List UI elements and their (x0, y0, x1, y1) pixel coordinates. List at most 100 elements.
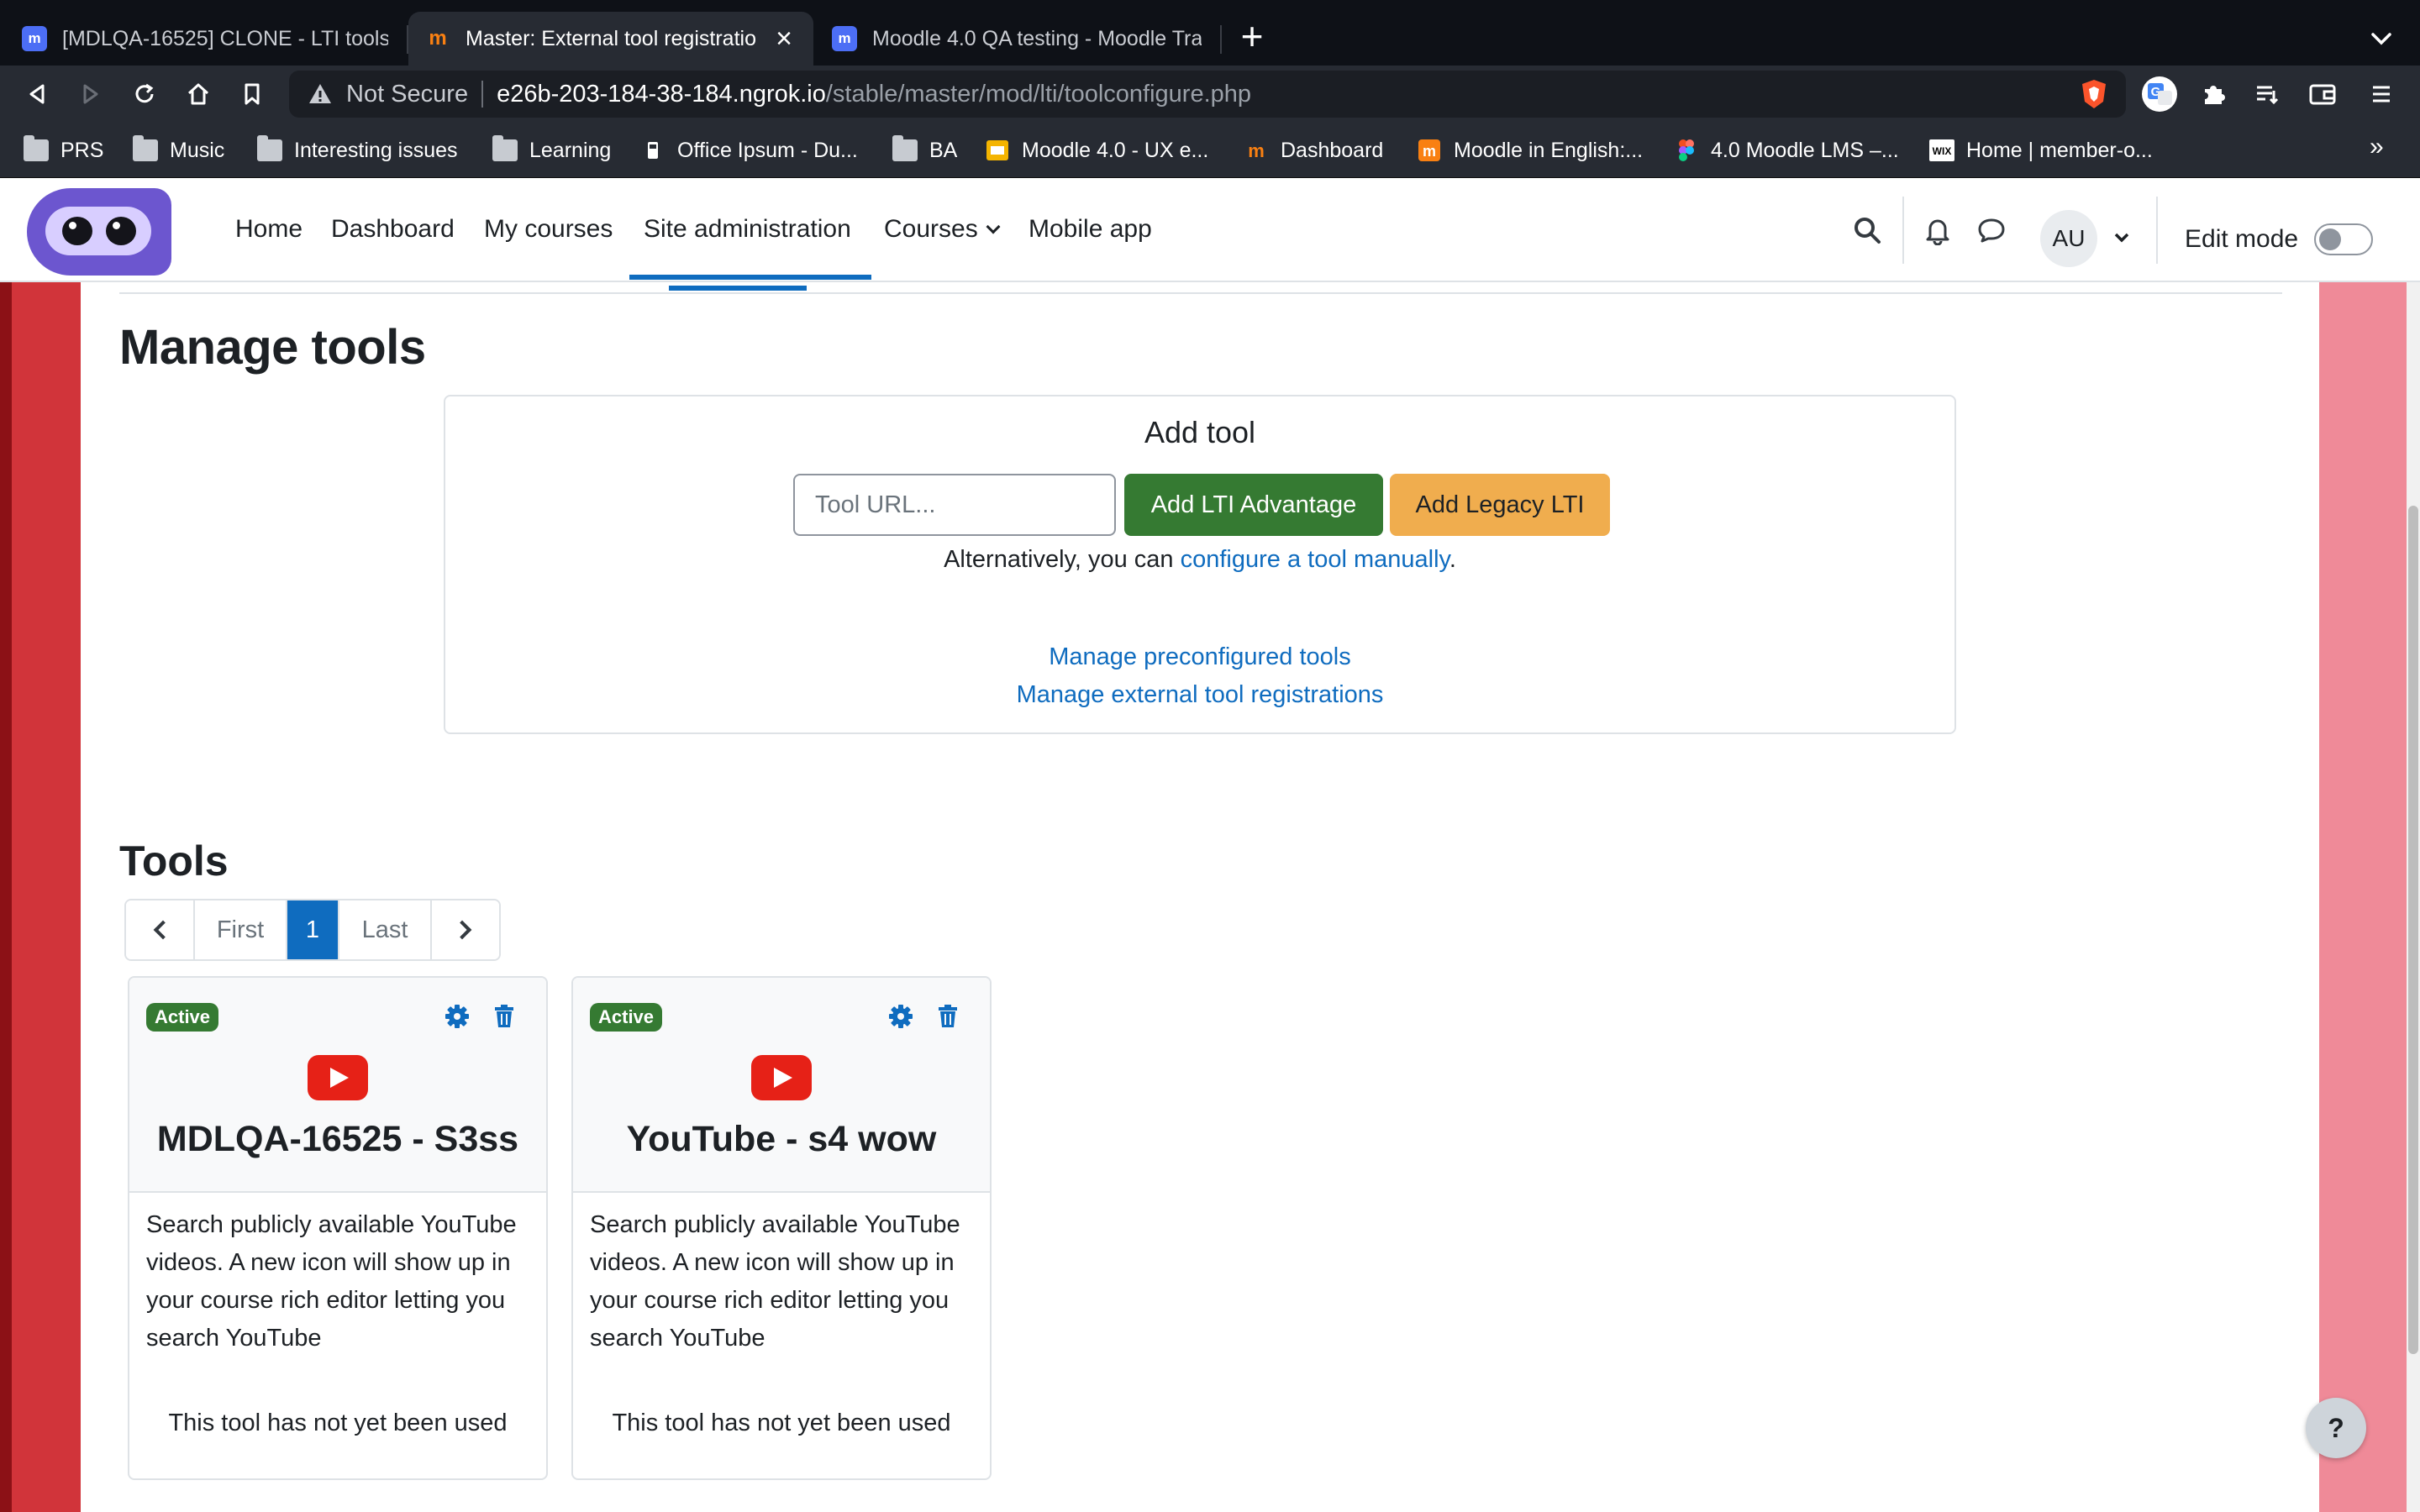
trash-icon[interactable] (933, 1001, 963, 1032)
bookmark-prs[interactable]: PRS (24, 134, 103, 166)
tool-name: MDLQA-16525 - S3ss (156, 1119, 519, 1159)
user-avatar[interactable]: AU (2040, 210, 2097, 267)
gear-icon[interactable] (442, 1001, 472, 1032)
search-icon[interactable] (1849, 212, 1886, 249)
notifications-bell-icon[interactable] (1919, 212, 1956, 249)
add-tool-title: Add tool (1144, 415, 1256, 449)
bookmark-learning[interactable]: Learning (492, 134, 611, 166)
browser-tab-bar: m [MDLQA-16525] CLONE - LTI tools c m Ma… (0, 0, 2420, 66)
bookmark-label: PRS (60, 138, 104, 162)
new-tab-button[interactable]: + (1234, 17, 1270, 55)
trash-icon[interactable] (489, 1001, 519, 1032)
chevron-down-icon (986, 219, 1001, 234)
browser-tab-external-tool-registration[interactable]: m Master: External tool registratio × (408, 12, 813, 66)
url-host: e26b-203-184-38-184.ngrok.io (497, 80, 826, 108)
reload-icon[interactable] (126, 76, 163, 113)
nav-mobile-app[interactable]: Mobile app (1028, 208, 1152, 250)
tab-title: [MDLQA-16525] CLONE - LTI tools c (62, 26, 388, 50)
previous-page-button[interactable] (126, 900, 195, 959)
tab-search-chevron-icon[interactable] (2366, 24, 2396, 54)
extensions-puzzle-icon[interactable] (2195, 76, 2232, 113)
bookmark-office-ipsum[interactable]: Office Ipsum - Du... (640, 134, 858, 166)
bookmark-moodle-lms[interactable]: 4.0 Moodle LMS –... (1674, 134, 1899, 166)
edit-mode-label: Edit mode (2185, 225, 2299, 253)
nav-courses-dropdown[interactable]: Courses (884, 208, 1001, 250)
forward-icon[interactable] (72, 76, 109, 113)
brave-shield-icon[interactable] (2075, 76, 2112, 113)
current-page-button[interactable]: 1 (287, 900, 339, 959)
alt-suffix: . (1449, 546, 1456, 573)
bookmark-label: Interesting issues (294, 138, 458, 162)
close-tab-icon[interactable]: × (771, 24, 797, 53)
tab-title: Moodle 4.0 QA testing - Moodle Tra (872, 26, 1202, 50)
back-icon[interactable] (18, 76, 55, 113)
last-page-button[interactable]: Last (339, 900, 432, 959)
nav-my-courses[interactable]: My courses (484, 208, 613, 250)
tool-usage: This tool has not yet been used (168, 1410, 508, 1436)
next-page-button[interactable] (432, 900, 499, 959)
tool-url-input[interactable] (793, 474, 1116, 536)
wallet-icon[interactable] (2304, 76, 2341, 113)
help-button[interactable]: ? (2306, 1398, 2366, 1458)
configure-tool-manually-link[interactable]: configure a tool manually (1181, 546, 1449, 573)
browser-menu-icon[interactable] (2363, 76, 2400, 113)
nav-home[interactable]: Home (235, 208, 302, 250)
bookmark-member-o[interactable]: WIX Home | member-o... (1929, 134, 2153, 166)
office-ipsum-icon (648, 142, 658, 159)
add-legacy-lti-button[interactable]: Add Legacy LTI (1390, 474, 1610, 536)
gear-icon[interactable] (886, 1001, 916, 1032)
slides-icon (986, 140, 1008, 160)
status-badge: Active (590, 1003, 663, 1032)
bookmark-label: BA (929, 138, 958, 162)
tab-separator (1220, 25, 1222, 54)
bookmark-interesting-issues[interactable]: Interesting issues (257, 134, 458, 166)
bookmark-icon[interactable] (234, 76, 271, 113)
tool-usage: This tool has not yet been used (612, 1410, 951, 1436)
bookmark-label: Learning (529, 138, 612, 162)
bookmark-label: Music (170, 138, 225, 162)
bookmark-moodle-english[interactable]: m Moodle in English:... (1417, 134, 1643, 166)
manage-external-tool-registrations-link[interactable]: Manage external tool registrations (445, 681, 1954, 709)
nav-active-indicator (629, 275, 871, 280)
nav-dashboard[interactable]: Dashboard (331, 208, 455, 250)
address-bar[interactable]: Not Secure e26b-203-184-38-184.ngrok.io … (289, 71, 2126, 118)
bookmark-ba[interactable]: BA (892, 134, 957, 166)
bookmark-label: Moodle 4.0 - UX e... (1022, 138, 1209, 162)
nav-site-administration[interactable]: Site administration (644, 208, 851, 250)
right-theme-strip (2319, 178, 2407, 1512)
bookmark-dashboard[interactable]: m Dashboard (1244, 134, 1383, 166)
browser-tab-moodle-qa[interactable]: m Moodle 4.0 QA testing - Moodle Tra (815, 12, 1218, 66)
messages-chat-icon[interactable] (1973, 212, 2010, 249)
home-icon[interactable] (180, 76, 217, 113)
first-page-button[interactable]: First (195, 900, 287, 959)
reading-list-icon[interactable] (2249, 76, 2286, 113)
url-path: /stable/master/mod/lti/toolconfigure.php (825, 80, 1252, 108)
tab-title: Master: External tool registratio (466, 26, 756, 50)
moodle-navbar: Home Dashboard My courses Site administr… (0, 178, 2420, 282)
navbar-divider (2156, 197, 2158, 264)
left-theme-strip (0, 178, 81, 1512)
tool-name: YouTube - s4 wow (626, 1119, 937, 1159)
translate-extension-icon[interactable]: G (2141, 76, 2178, 113)
bookmark-music[interactable]: Music (133, 134, 224, 166)
tool-card: Active MDLQA-16525 - S3ss Search publicl… (128, 976, 548, 1480)
moodle-icon: m (1248, 140, 1265, 161)
bookmarks-bar: PRS Music Interesting issues Learning Of… (0, 123, 2420, 178)
bookmark-moodle-ux[interactable]: Moodle 4.0 - UX e... (985, 134, 1208, 166)
pagination: First 1 Last (124, 899, 501, 961)
manage-preconfigured-tools-link[interactable]: Manage preconfigured tools (445, 643, 1954, 671)
folder-icon (133, 135, 158, 161)
logo-face (45, 207, 151, 255)
moodle-tracker-icon: m (22, 26, 47, 51)
user-menu-chevron-icon[interactable] (2112, 228, 2131, 251)
bookmark-label: Moodle in English:... (1454, 138, 1644, 162)
bookmark-label: Home | member-o... (1966, 138, 2153, 162)
page-scrollbar-thumb[interactable] (2408, 506, 2418, 1354)
tool-card: Active YouTube - s4 wow Search publicly … (571, 976, 992, 1480)
add-lti-advantage-button[interactable]: Add LTI Advantage (1124, 474, 1383, 536)
edit-mode-toggle[interactable] (2314, 223, 2373, 255)
browser-tab-mdlqa[interactable]: m [MDLQA-16525] CLONE - LTI tools c (5, 12, 405, 66)
more-bookmarks-button[interactable]: » (2370, 133, 2384, 161)
tool-card-header: Active YouTube - s4 wow (573, 978, 990, 1193)
site-logo[interactable] (27, 188, 171, 276)
